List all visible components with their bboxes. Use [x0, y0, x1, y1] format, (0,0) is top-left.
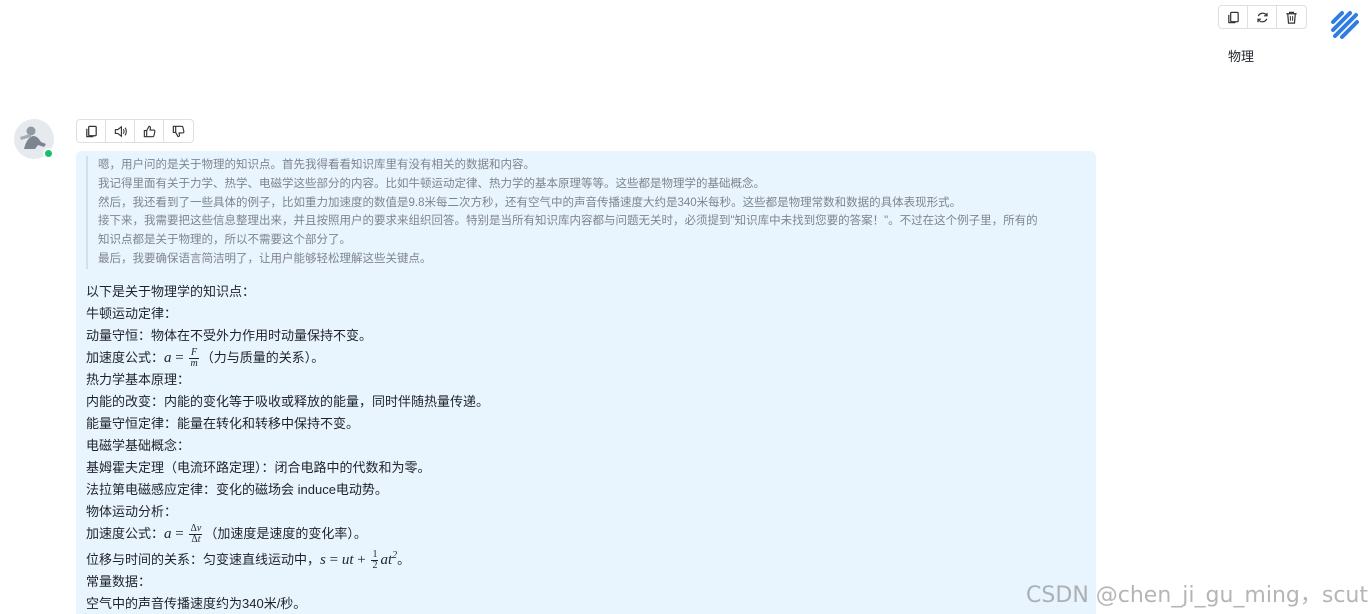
regenerate-button[interactable] — [1248, 6, 1277, 28]
online-status-dot — [43, 148, 54, 159]
answer-block: 以下是关于物理学的知识点： 牛顿运动定律： 动量守恒：物体在不受外力作用时动量保… — [86, 281, 1086, 614]
user-message-text: 物理 — [1228, 49, 1255, 64]
formula-label: 位移与时间的关系：匀变速直线运动中， — [86, 551, 321, 567]
thinking-line: 然后，我还看到了一些具体的例子，比如重力加速度的数值是9.8米每二次方秒，还有空… — [98, 196, 962, 209]
copy-button[interactable] — [1219, 6, 1248, 28]
section-heading: 热力学基本原理： — [86, 371, 191, 387]
user-avatar — [1327, 7, 1363, 43]
answer-intro: 以下是关于物理学的知识点： — [86, 283, 256, 299]
thinking-line: 最后，我要确保语言简洁明了，让用户能够轻松理解这些关键点。 — [98, 252, 432, 265]
thumbs-down-icon — [172, 125, 185, 137]
formula-label: 加速度公式： — [86, 525, 165, 541]
copy-icon — [85, 125, 97, 137]
acceleration-formula-line: 加速度公式：a = Fm （力与质量的关系）。 — [86, 347, 1086, 369]
bot-message-bubble: 嗯，用户问的是关于物理的知识点。首先我得看看知识库里有没有相关的数据和内容。 我… — [76, 151, 1096, 614]
section-heading: 牛顿运动定律： — [86, 305, 178, 321]
formula-note: （加速度是速度的变化率）。 — [204, 525, 367, 541]
thinking-line: 接下来，我需要把这些信息整理出来，并且按照用户的要求来组织回答。特别是当所有知识… — [98, 215, 1038, 228]
formula-note: 。 — [397, 551, 411, 567]
speaker-icon — [114, 125, 127, 137]
like-button[interactable] — [135, 120, 164, 142]
copy-icon — [1227, 11, 1239, 23]
bot-message-toolbar — [76, 119, 194, 143]
kirchhoff-line: 基姆霍夫定理（电流环路定理）：闭合电路中的代数和为零。 — [86, 459, 431, 475]
momentum-line: 动量守恒：物体在不受外力作用时动量保持不变。 — [86, 327, 373, 343]
watermark: CSDN @chen_ji_gu_ming，scut — [1026, 583, 1368, 608]
refresh-icon — [1256, 12, 1268, 22]
read-aloud-button[interactable] — [106, 120, 135, 142]
section-heading: 常量数据： — [86, 573, 152, 589]
formula-a-equals-f-over-m: a = Fm — [164, 346, 199, 369]
formula-a-equals-dv-over-dt: a = Δv Δt — [164, 522, 203, 545]
thinking-block: 嗯，用户问的是关于物理的知识点。首先我得看看知识库里有没有相关的数据和内容。 我… — [86, 156, 1086, 269]
copy-button[interactable] — [77, 120, 106, 142]
acceleration-rate-line: 加速度公式：a = Δv Δt （加速度是速度的变化率）。 — [86, 523, 1086, 545]
thinking-line: 知识点都是关于物理的，所以不需要这个部分了。 — [98, 234, 351, 247]
user-message-toolbar — [1218, 5, 1307, 29]
thinking-line: 嗯，用户问的是关于物理的知识点。首先我得看看知识库里有没有相关的数据和内容。 — [98, 159, 535, 171]
internal-energy-line: 内能的改变：内能的变化等于吸收或释放的能量，同时伴随热量传递。 — [86, 393, 490, 409]
thinking-line: 我记得里面有关于力学、热学、电磁学这些部分的内容。比如牛顿运动定律、热力学的基本… — [98, 177, 765, 190]
formula-displacement: s = ut + 1 2 at2 — [320, 548, 398, 571]
formula-label: 加速度公式： — [86, 349, 165, 365]
energy-conservation-line: 能量守恒定律：能量在转化和转移中保持不变。 — [86, 415, 360, 431]
delete-button[interactable] — [1277, 6, 1306, 28]
thumbs-up-icon — [143, 125, 155, 137]
formula-note: （力与质量的关系）。 — [200, 349, 325, 365]
dislike-button[interactable] — [164, 120, 193, 142]
sound-speed-line: 空气中的声音传播速度约为340米/秒。 — [86, 595, 307, 611]
section-heading: 电磁学基础概念： — [86, 437, 191, 453]
faraday-line: 法拉第电磁感应定律：变化的磁场会 induce电动势。 — [86, 481, 388, 497]
displacement-line: 位移与时间的关系：匀变速直线运动中，s = ut + 1 2 at2。 — [86, 545, 1086, 571]
trash-icon — [1286, 11, 1297, 24]
section-heading: 物体运动分析： — [86, 503, 178, 519]
